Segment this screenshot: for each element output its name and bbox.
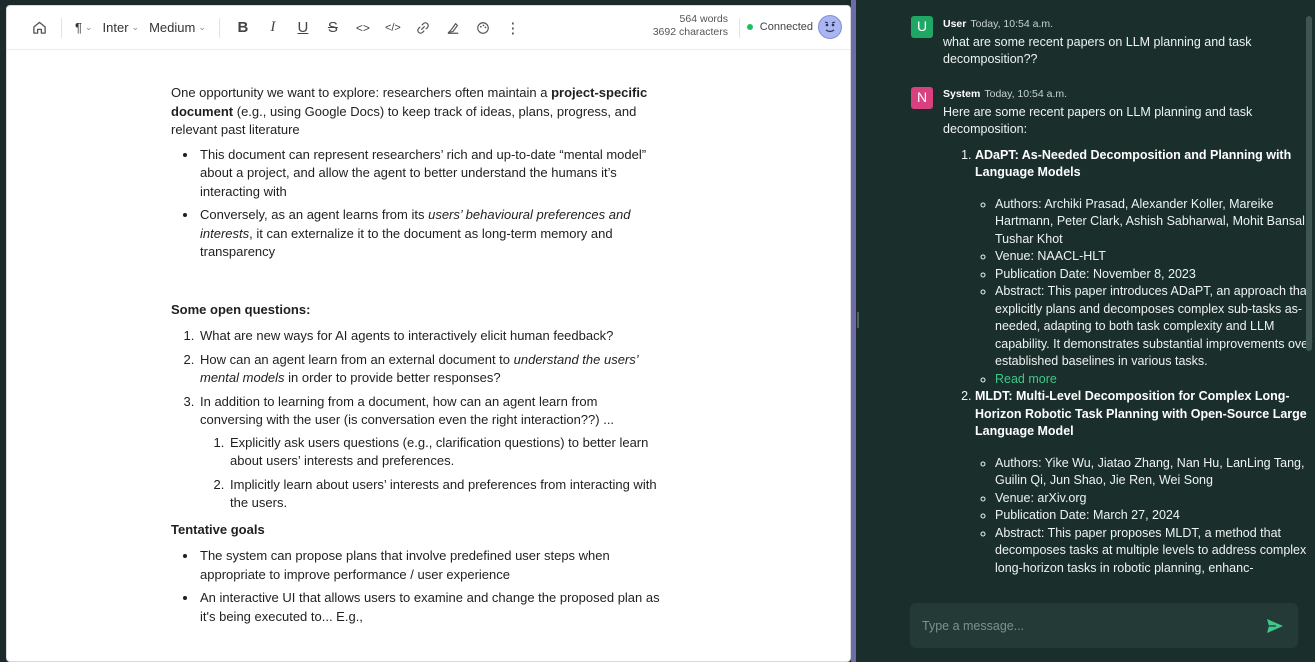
list-item: The system can propose plans that involv… <box>198 547 661 584</box>
bullet-text: Conversely, as an agent learns from its <box>200 207 429 222</box>
more-options-button[interactable]: ⋮ <box>498 14 528 42</box>
face-icon <box>824 21 836 33</box>
font-weight-dropdown[interactable]: Medium ⌄ <box>144 14 211 42</box>
toolbar-separator <box>61 17 62 38</box>
font-family-label: Inter <box>102 20 129 35</box>
document-stats: 564 words 3692 characters <box>653 13 728 39</box>
message-composer <box>910 603 1298 648</box>
bullet-text-end: , it can externalize it to the document … <box>200 225 613 260</box>
paper-abstract: Abstract: This paper proposes MLDT, a me… <box>995 525 1313 578</box>
list-item: What are new ways for AI agents to inter… <box>198 327 661 346</box>
paper-authors: Authors: Yike Wu, Jiatao Zhang, Nan Hu, … <box>995 455 1313 490</box>
toolbar-separator <box>218 17 220 38</box>
paragraph-style-dropdown[interactable]: ¶ ⌄ <box>70 14 98 42</box>
paper-details: Authors: Archiki Prasad, Alexander Kolle… <box>995 196 1313 389</box>
character-count: 3692 characters <box>652 26 728 38</box>
status-dot-icon <box>746 24 753 30</box>
intro-text-end: (e.g., using Google Docs) to keep track … <box>171 103 637 138</box>
list-item: In addition to learning from a document,… <box>198 393 661 513</box>
chevron-down-icon: ⌄ <box>131 22 140 32</box>
message-timestamp: Today, 10:54 a.m. <box>984 88 1068 100</box>
paper-date: Publication Date: March 27, 2024 <box>995 507 1313 525</box>
underline-button[interactable]: U <box>288 14 318 42</box>
paper-item: ADaPT: As-Needed Decomposition and Plann… <box>975 147 1313 389</box>
list-item: Implicitly learn about users’ interests … <box>228 476 661 513</box>
sender-name: System <box>943 88 981 100</box>
toolbar-separator <box>739 18 740 38</box>
message-timestamp: Today, 10:54 a.m. <box>970 18 1054 30</box>
scroll-fade <box>856 576 1315 602</box>
font-family-dropdown[interactable]: Inter ⌄ <box>98 14 145 42</box>
user-avatar: U <box>911 16 933 38</box>
message-text: Here are some recent papers on LLM plann… <box>943 104 1253 137</box>
list-item: Conversely, as an agent learns from its … <box>198 206 661 262</box>
list-item: Read more <box>995 371 1313 389</box>
paragraph-icon: ¶ <box>75 20 82 35</box>
paper-item: MLDT: Multi-Level Decomposition for Comp… <box>975 388 1313 577</box>
home-icon <box>32 21 46 34</box>
inline-code-button[interactable]: <> <box>348 14 378 42</box>
word-count: 564 words <box>679 13 728 25</box>
message-header: System Today, 10:54 a.m. <box>943 86 1313 104</box>
sub-questions-list: Explicitly ask users questions (e.g., cl… <box>228 434 661 513</box>
user-message: User Today, 10:54 a.m. what are some rece… <box>943 16 1313 69</box>
color-button[interactable] <box>468 14 498 42</box>
paper-venue: Venue: arXiv.org <box>995 490 1313 508</box>
paper-date: Publication Date: November 8, 2023 <box>995 266 1313 284</box>
goals-heading: Tentative goals <box>171 521 265 537</box>
intro-bullet-list: This document can represent researchers’… <box>198 146 661 262</box>
chat-scrollbar[interactable] <box>1306 16 1312 351</box>
home-button[interactable] <box>25 14 53 42</box>
paper-abstract: Abstract: This paper introduces ADaPT, a… <box>995 283 1313 371</box>
link-button[interactable] <box>408 14 438 42</box>
italic-button[interactable]: I <box>258 14 288 42</box>
chevron-down-icon: ⌄ <box>84 22 93 32</box>
divider-grip[interactable] <box>857 312 859 328</box>
highlighter-icon <box>447 22 459 34</box>
read-more-link[interactable]: Read more <box>995 372 1057 386</box>
chat-pane: U User Today, 10:54 a.m. what are some re… <box>856 0 1315 662</box>
highlight-button[interactable] <box>438 14 468 42</box>
empty-paragraph <box>171 267 661 301</box>
send-button[interactable] <box>1264 615 1286 637</box>
paper-list: ADaPT: As-Needed Decomposition and Plann… <box>975 147 1313 578</box>
paper-authors: Authors: Archiki Prasad, Alexander Kolle… <box>995 196 1313 249</box>
intro-text: One opportunity we want to explore: rese… <box>171 85 552 100</box>
system-avatar: N <box>911 87 933 109</box>
editor-pane: ¶ ⌄ Inter ⌄ Medium ⌄ B I U S <> </> ⋮ 564 w… <box>6 5 851 662</box>
strikethrough-button[interactable]: S <box>318 14 348 42</box>
font-weight-label: Medium <box>149 20 196 35</box>
question-text-end: in order to provide better responses? <box>284 370 501 385</box>
palette-icon <box>477 21 489 34</box>
intro-paragraph: One opportunity we want to explore: rese… <box>171 84 661 140</box>
editor-toolbar: ¶ ⌄ Inter ⌄ Medium ⌄ B I U S <> </> ⋮ 564 w… <box>7 6 850 50</box>
system-message: System Today, 10:54 a.m. Here are some re… <box>943 86 1313 577</box>
question-text: In addition to learning from a document,… <box>200 393 615 428</box>
questions-heading: Some open questions: <box>171 301 311 317</box>
list-item: This document can represent researchers’… <box>198 146 661 202</box>
sender-name: User <box>943 18 967 30</box>
list-item: An interactive UI that allows users to e… <box>198 589 661 626</box>
code-block-button[interactable]: </> <box>378 14 408 42</box>
message-text: what are some recent papers on LLM plann… <box>943 34 1252 67</box>
message-input[interactable] <box>922 618 1264 633</box>
collaborator-avatar[interactable] <box>818 15 842 39</box>
paper-title: MLDT: Multi-Level Decomposition for Comp… <box>975 389 1307 438</box>
questions-list: What are new ways for AI agents to inter… <box>198 327 661 513</box>
document-body[interactable]: One opportunity we want to explore: rese… <box>171 84 661 631</box>
goals-list: The system can propose plans that involv… <box>198 547 661 626</box>
paper-venue: Venue: NAACL-HLT <box>995 248 1313 266</box>
link-icon <box>417 21 429 34</box>
connection-status: Connected <box>746 21 813 33</box>
connection-status-label: Connected <box>759 21 813 33</box>
paper-title: ADaPT: As-Needed Decomposition and Plann… <box>975 147 1292 180</box>
chevron-down-icon: ⌄ <box>198 22 206 32</box>
message-header: User Today, 10:54 a.m. <box>943 16 1313 34</box>
question-text: How can an agent learn from an external … <box>200 351 514 367</box>
list-item: Explicitly ask users questions (e.g., cl… <box>228 434 661 471</box>
paper-details: Authors: Yike Wu, Jiatao Zhang, Nan Hu, … <box>995 455 1313 578</box>
bold-button[interactable]: B <box>228 14 258 42</box>
list-item: How can an agent learn from an external … <box>198 351 661 388</box>
send-icon <box>1267 618 1283 633</box>
